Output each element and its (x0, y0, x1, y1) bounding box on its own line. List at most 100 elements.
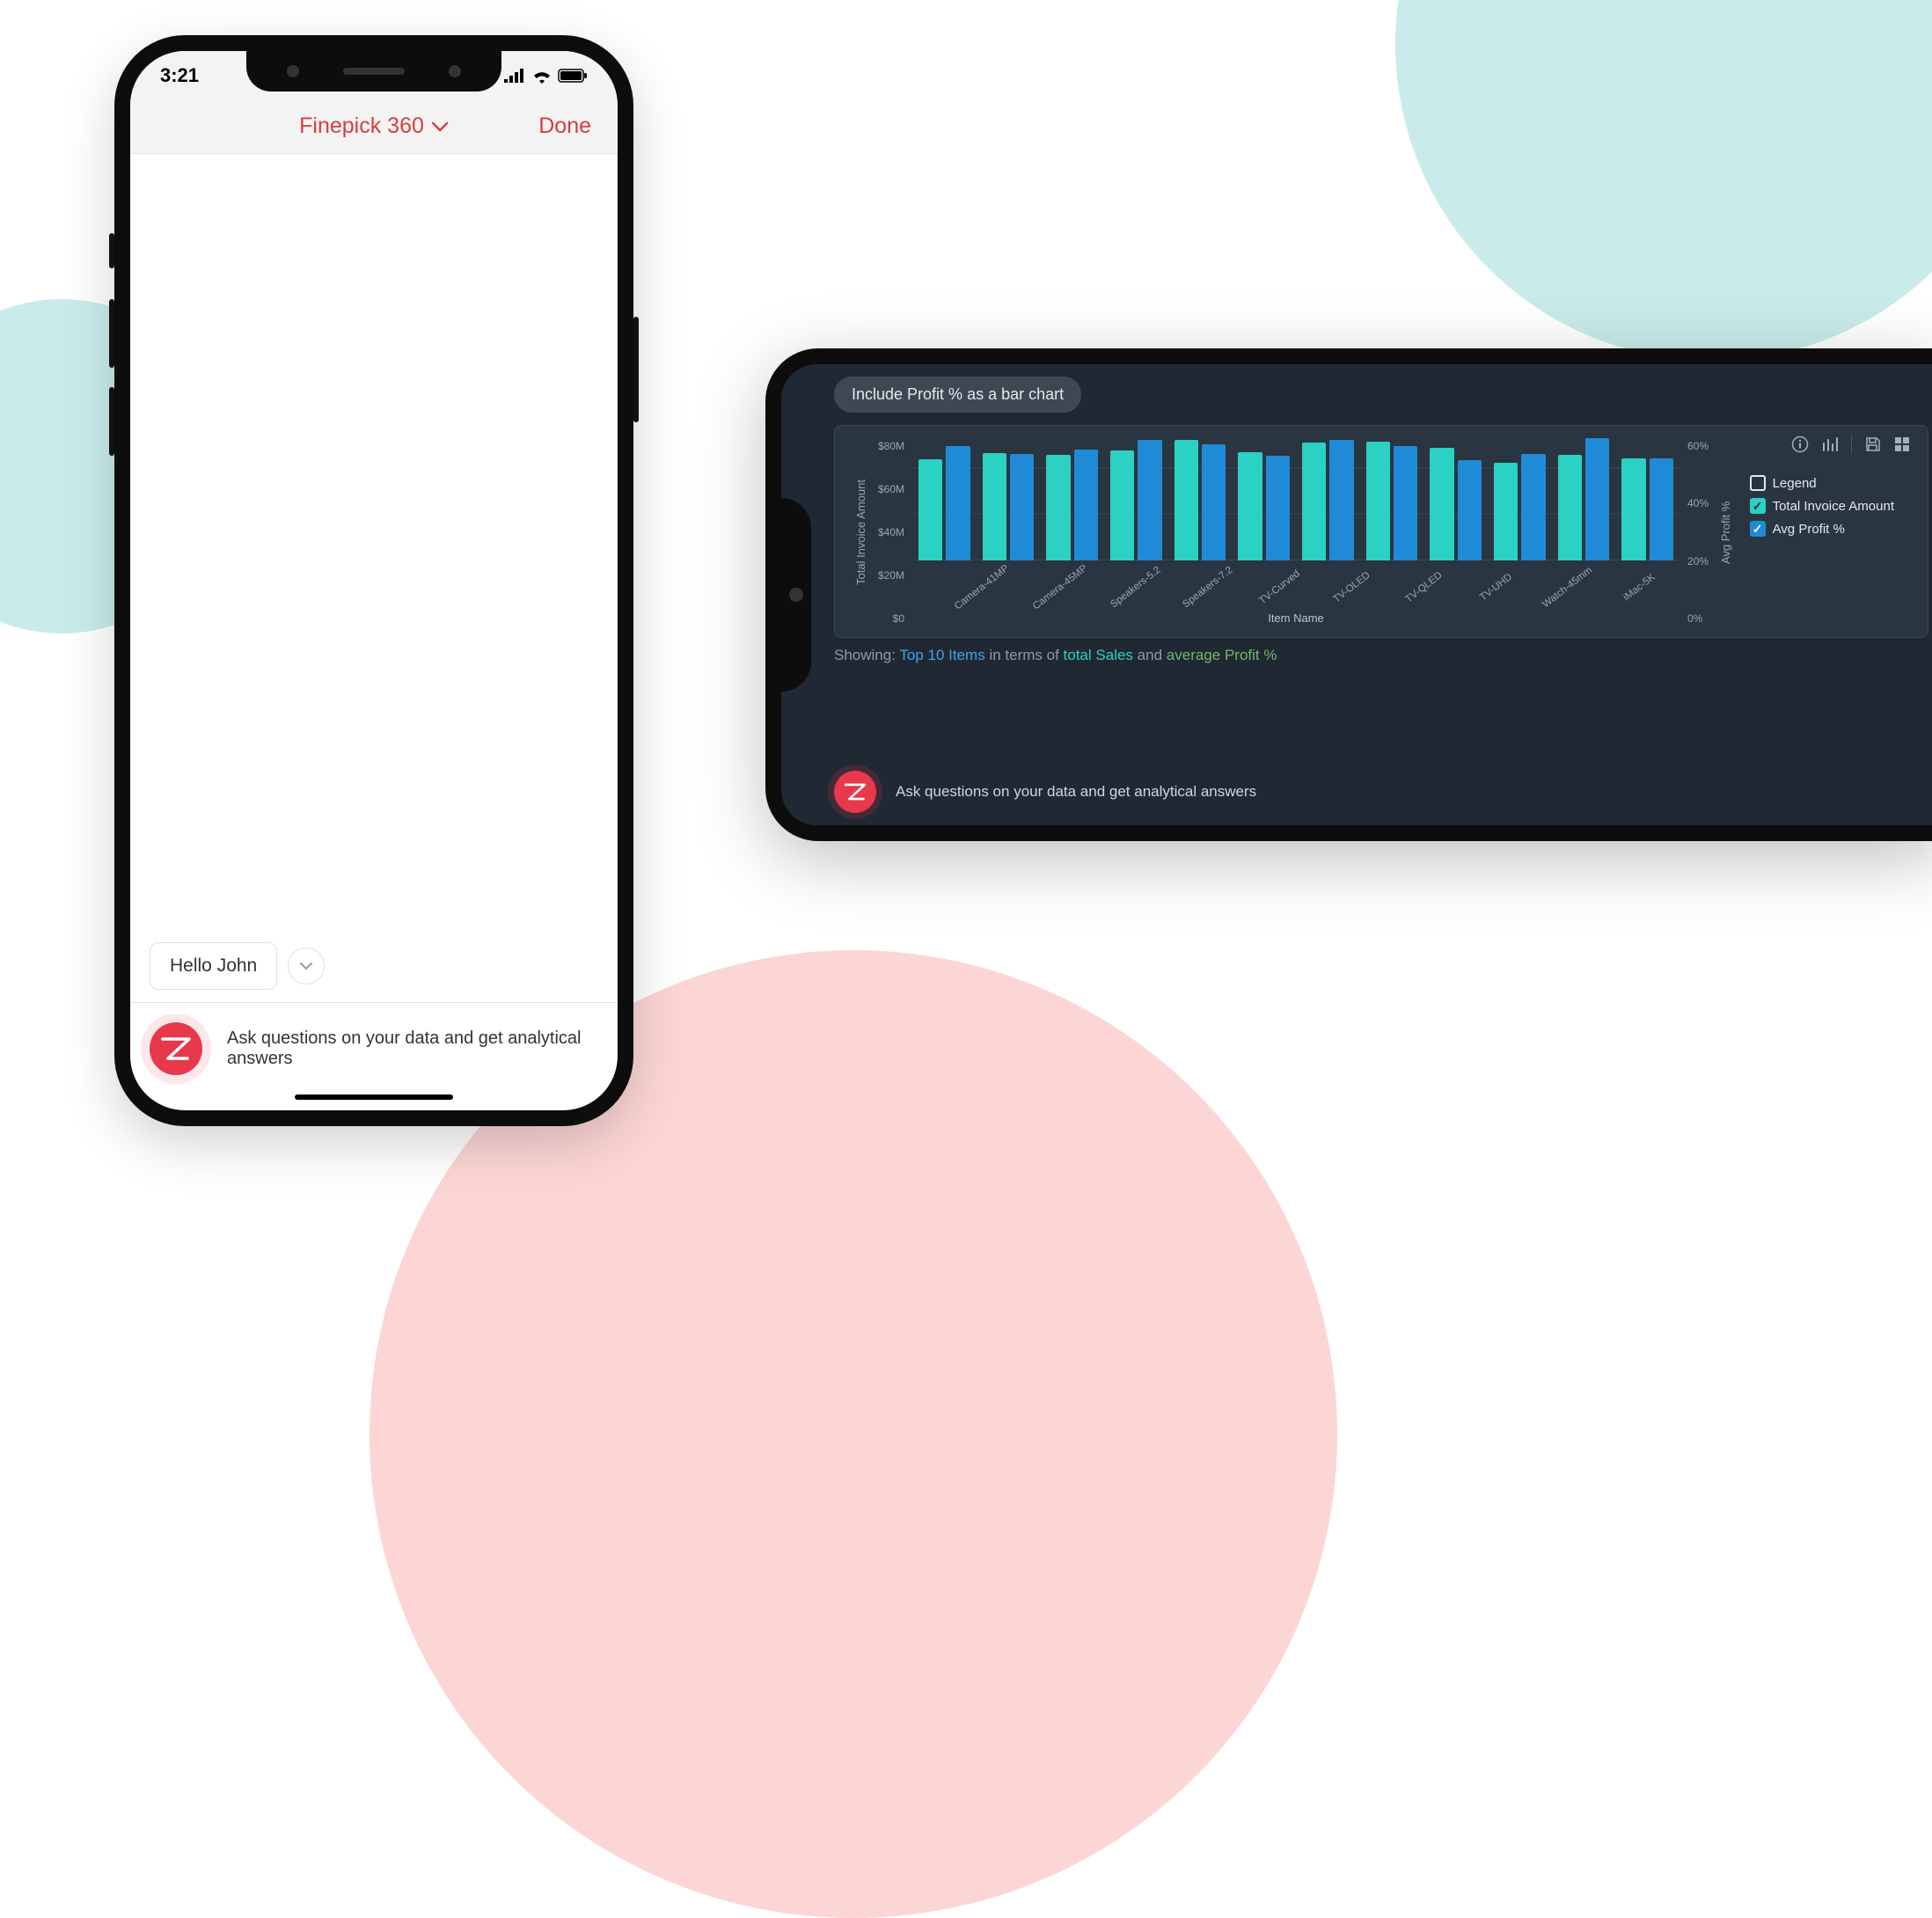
zia-icon (844, 782, 867, 802)
status-time: 3:21 (160, 64, 199, 87)
zia-assistant-button[interactable] (834, 771, 876, 813)
bar-series-a[interactable] (1494, 463, 1518, 560)
volume-up-button (109, 299, 114, 368)
chevron-down-icon (431, 121, 449, 132)
ask-input[interactable]: Ask questions on your data and get analy… (227, 1029, 598, 1069)
checkbox-icon: ✓ (1750, 521, 1766, 537)
plot-area (913, 440, 1679, 560)
y-axis-left-label: Total Invoice Amount (853, 440, 869, 625)
bar-pair (1558, 440, 1610, 560)
bar-series-a[interactable] (1175, 440, 1198, 560)
chart-card: Total Invoice Amount $80M $60M $40M $20M… (834, 425, 1928, 638)
legend-label: Avg Profit % (1773, 522, 1845, 537)
bar-series-b[interactable] (1521, 454, 1545, 560)
bar-series-a[interactable] (983, 453, 1006, 560)
legend-series-a[interactable]: ✓ Total Invoice Amount (1750, 498, 1894, 514)
bar-pair (1494, 440, 1546, 560)
x-tick: TV-UHD (1469, 565, 1523, 610)
bar-series-b[interactable] (946, 446, 970, 560)
legend-series-b[interactable]: ✓ Avg Profit % (1750, 521, 1894, 537)
ask-input[interactable]: Ask questions on your data and get analy… (896, 783, 1256, 801)
tick: $0 (878, 612, 904, 625)
notch (781, 498, 811, 692)
bar-series-a[interactable] (1558, 455, 1582, 560)
workspace-title: Finepick 360 (299, 113, 424, 139)
nav-bar: Finepick 360 Done (130, 99, 618, 154)
checkbox-icon: ✓ (1750, 475, 1766, 491)
mute-switch (109, 233, 114, 268)
bar-series-a[interactable] (918, 459, 942, 560)
x-tick: Camera-45MP (1031, 563, 1089, 611)
tick: 60% (1687, 440, 1709, 452)
tick: $40M (878, 526, 904, 538)
legend: ✓ Legend ✓ Total Invoice Amount ✓ Avg Pr… (1750, 475, 1894, 544)
x-tick: Speakers-5.2 (1109, 565, 1162, 611)
bar-series-a[interactable] (1366, 442, 1390, 560)
legend-title: Legend (1773, 476, 1817, 491)
bar-series-a[interactable] (1238, 452, 1262, 560)
bar-pair (983, 440, 1035, 560)
legend-toggle[interactable]: ✓ Legend (1750, 475, 1894, 491)
caption-part: Showing: (834, 647, 896, 663)
suggestion-row: Hello John (130, 933, 618, 1002)
caption-part: total (1064, 647, 1092, 663)
result-caption: Showing: Top 10 Items in terms of total … (781, 638, 1932, 664)
bar-pair (1238, 440, 1290, 560)
x-axis-ticks: Camera-41MPCamera-45MPSpeakers-5.2Speake… (913, 560, 1679, 578)
caption-part: in terms of (989, 647, 1058, 663)
bar-series-b[interactable] (1458, 460, 1482, 560)
caption-part: Sales (1095, 647, 1133, 663)
decoration-blob (1395, 0, 1932, 361)
bar-series-a[interactable] (1621, 458, 1645, 560)
done-button[interactable]: Done (538, 113, 591, 139)
bar-series-b[interactable] (1266, 456, 1290, 560)
bar-series-a[interactable] (1302, 443, 1326, 560)
bar-pair (1430, 440, 1482, 560)
bar-series-a[interactable] (1110, 450, 1134, 560)
wifi-icon (531, 68, 553, 84)
tick: 20% (1687, 555, 1709, 567)
power-button (633, 317, 639, 422)
bar-series-b[interactable] (1138, 440, 1161, 560)
bar-series-b[interactable] (1010, 454, 1034, 560)
bar-pair (1110, 440, 1162, 560)
bar-series-a[interactable] (1430, 448, 1453, 560)
volume-down-button (109, 387, 114, 456)
bar-series-b[interactable] (1074, 450, 1098, 560)
x-tick: TV-OLED (1325, 565, 1379, 610)
suggestion-expand-button[interactable] (288, 948, 325, 985)
chevron-down-icon (299, 962, 313, 970)
bar-pair (1302, 440, 1354, 560)
workspace-selector[interactable]: Finepick 360 (299, 113, 449, 139)
y-axis-right-ticks: 60% 40% 20% 0% (1687, 440, 1709, 625)
chart: Total Invoice Amount $80M $60M $40M $20M… (853, 440, 1910, 625)
caption-part: and (1138, 647, 1162, 663)
suggestion-chip[interactable]: Hello John (150, 942, 277, 990)
x-tick: Speakers-7.2 (1181, 565, 1234, 611)
caption-part: Top 10 (899, 647, 944, 663)
phone-portrait: 3:21 Finepick 360 Done Hello John (114, 35, 633, 1126)
zia-assistant-button[interactable] (150, 1022, 202, 1075)
bar-pair (1046, 440, 1098, 560)
x-tick: Camera-41MP (953, 563, 1011, 611)
bar-series-b[interactable] (1202, 444, 1226, 560)
tick: 40% (1687, 497, 1709, 509)
legend-label: Total Invoice Amount (1773, 499, 1894, 514)
bar-pair (1175, 440, 1226, 560)
bar-series-b[interactable] (1394, 446, 1417, 560)
home-indicator (295, 1094, 453, 1100)
battery-icon (558, 69, 588, 83)
cellular-icon (503, 69, 526, 83)
caption-part: average (1167, 647, 1220, 663)
tick: $80M (878, 440, 904, 452)
bar-series-b[interactable] (1329, 440, 1353, 560)
ask-bar: Ask questions on your data and get analy… (834, 771, 1932, 813)
bar-series-b[interactable] (1585, 438, 1609, 560)
tick: $20M (878, 569, 904, 582)
tick: $60M (878, 483, 904, 495)
bar-series-a[interactable] (1046, 455, 1070, 560)
query-pill[interactable]: Include Profit % as a bar chart (834, 377, 1081, 413)
caption-part: Items (948, 647, 985, 663)
bar-pair (1621, 440, 1673, 560)
bar-series-b[interactable] (1650, 458, 1673, 560)
